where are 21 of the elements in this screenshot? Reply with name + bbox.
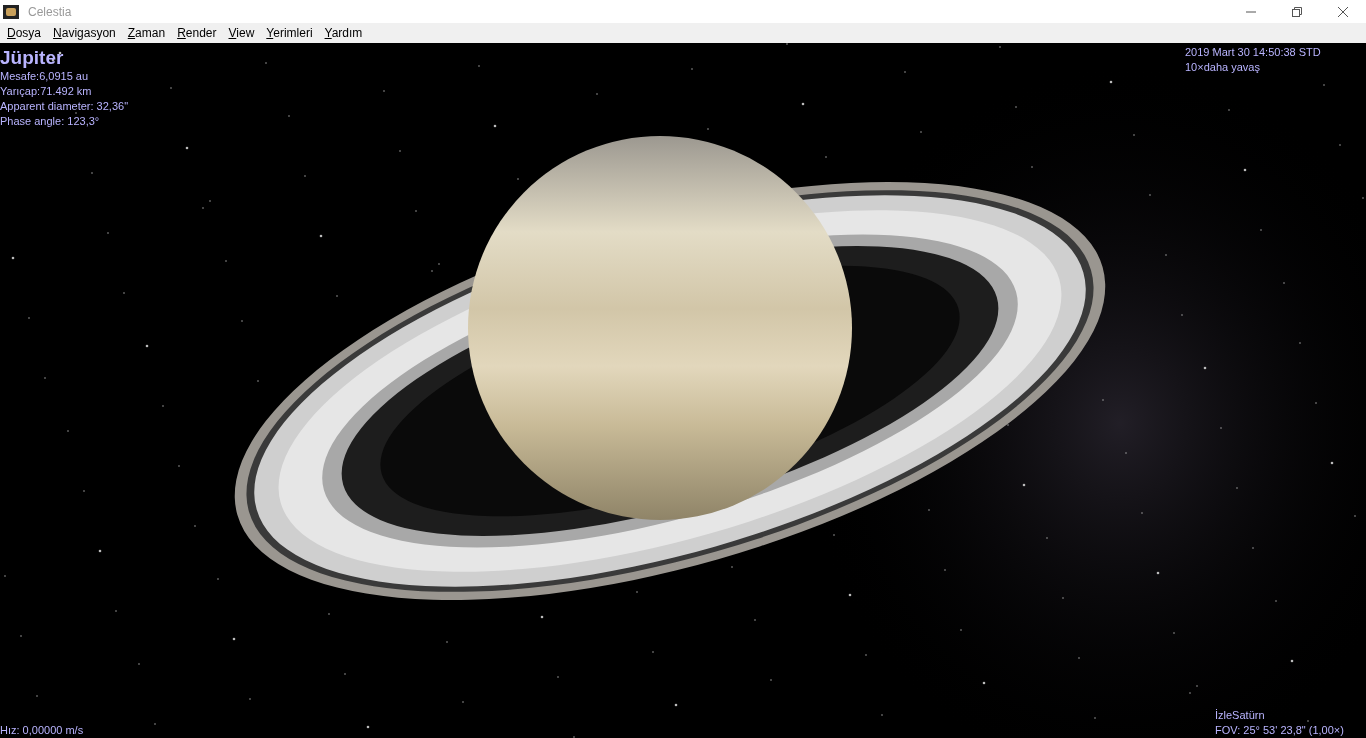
simulation-time: 2019 Mart 30 14:50:38 STD: [1185, 45, 1321, 60]
follow-target: İzleSatürn: [1215, 708, 1266, 723]
object-name: Jüpiter: [0, 47, 65, 69]
menu-item[interactable]: Render: [171, 24, 223, 42]
speed-readout: Hız: 0,00000 m/s: [0, 723, 84, 738]
menu-item[interactable]: View: [222, 24, 261, 42]
fov-readout: FOV: 25° 53' 23,8" (1,00×): [1215, 723, 1344, 738]
object-info: Mesafe:6,0915 au: [0, 69, 90, 84]
menu-item[interactable]: Dosya: [1, 24, 48, 42]
menu-item[interactable]: Yardım: [318, 24, 369, 42]
window-title: Celestia: [28, 3, 72, 21]
object-info: Apparent diameter: 32,36": [0, 99, 129, 114]
menu-item[interactable]: Navigasyon: [47, 24, 122, 42]
object-info: Yarıçap:71.492 km: [0, 84, 93, 99]
close-icon: [1338, 6, 1348, 17]
menu-item[interactable]: Yerimleri: [260, 24, 319, 42]
object-info: Phase angle: 123,3°: [0, 114, 101, 129]
menu-item[interactable]: Zaman: [121, 24, 172, 42]
app-icon: [3, 4, 19, 19]
restore-icon: [1292, 6, 1302, 17]
time-rate: 10×daha yavaş: [1185, 60, 1261, 75]
